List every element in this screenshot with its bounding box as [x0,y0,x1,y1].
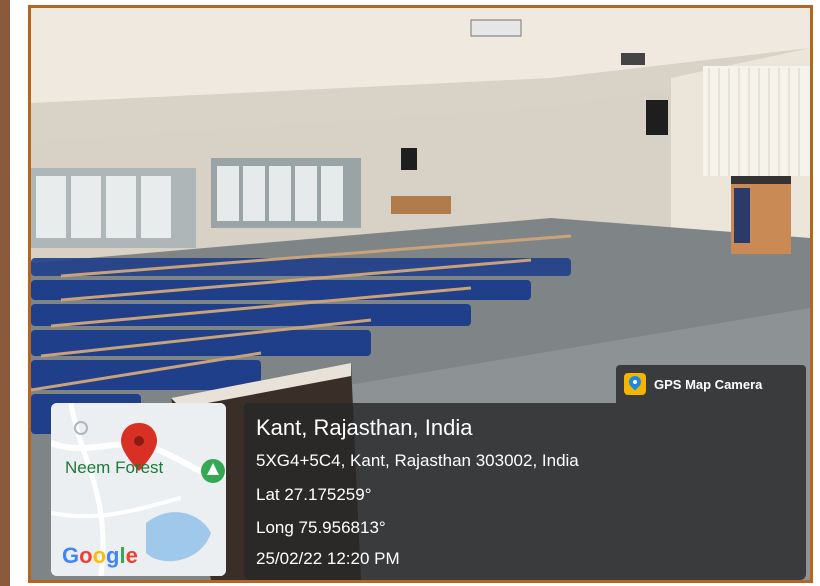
location-title: Kant, Rajasthan, India [256,415,473,440]
adjacent-photo-edge [0,0,10,586]
gps-map-camera-icon [624,373,646,395]
gps-camera-tag: GPS Map Camera [616,365,806,403]
timestamp-text: 25/02/22 12:20 PM [256,549,400,568]
location-info-panel: Kant, Rajasthan, India 5XG4+5C4, Kant, R… [244,403,806,580]
google-logo: Google [62,543,138,568]
photo-frame: GPS Map Camera Kant, Rajasthan, India 5X… [28,5,813,583]
address-text: 5XG4+5C4, Kant, Rajasthan 303002, India [256,451,579,470]
longitude-text: Long 75.956813° [256,518,386,537]
mini-map: Neem Forest Google [51,403,226,576]
latitude-text: Lat 27.175259° [256,485,372,504]
gps-app-name: GPS Map Camera [654,376,763,392]
map-place-label: Neem Forest [65,458,164,477]
